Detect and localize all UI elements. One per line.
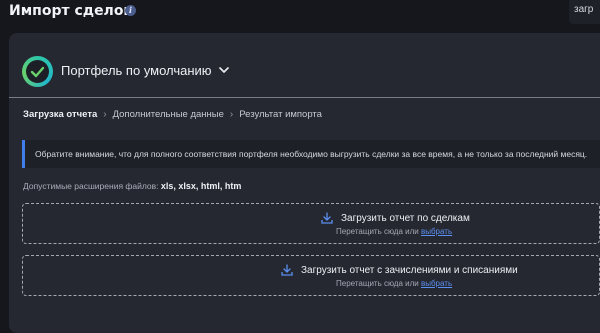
allowed-extensions: Допустимые расширения файлов: xls, xlsx,…	[23, 181, 241, 191]
dropzone-transfers[interactable]: Загрузить отчет с зачислениями и списани…	[22, 255, 600, 296]
extensions-label: Допустимые расширения файлов:	[23, 181, 159, 191]
dropzone-deals[interactable]: Загрузить отчет по сделкам Перетащить сю…	[22, 203, 600, 244]
dropzone-hint: Перетащить сюда или выбрать	[336, 279, 453, 288]
upload-corner-button[interactable]: загр	[569, 0, 600, 24]
upload-icon	[281, 264, 293, 276]
dropzone-hint: Перетащить сюда или выбрать	[336, 227, 453, 236]
divider	[9, 97, 600, 98]
portfolio-logo-icon	[22, 56, 53, 87]
choose-file-link[interactable]: выбрать	[421, 227, 452, 236]
breadcrumb: Загрузка отчета › Дополнительные данные …	[23, 109, 322, 120]
step-import-result[interactable]: Результат импорта	[239, 109, 322, 120]
portfolio-name: Портфель по умолчанию	[61, 63, 212, 78]
choose-file-link[interactable]: выбрать	[421, 279, 452, 288]
chevron-down-icon	[218, 67, 229, 74]
extensions-value: xls, xlsx, html, htm	[160, 181, 242, 191]
upload-icon	[321, 212, 333, 224]
info-icon[interactable]: i	[125, 5, 136, 16]
step-upload-report[interactable]: Загрузка отчета	[23, 109, 97, 120]
page-title: Импорт сделок	[9, 3, 133, 19]
top-bar: Импорт сделок i загр	[0, 0, 600, 26]
dropzone-title: Загрузить отчет по сделкам	[321, 212, 470, 224]
notice-text: Обратите внимание, что для полного соотв…	[35, 149, 588, 159]
chevron-right-icon: ›	[229, 109, 234, 120]
notice-banner: Обратите внимание, что для полного соотв…	[22, 140, 600, 168]
dropzone-title: Загрузить отчет с зачислениями и списани…	[281, 264, 518, 276]
step-additional-data[interactable]: Дополнительные данные	[113, 109, 224, 120]
chevron-right-icon: ›	[103, 109, 107, 120]
portfolio-select[interactable]: Портфель по умолчанию	[61, 63, 229, 78]
